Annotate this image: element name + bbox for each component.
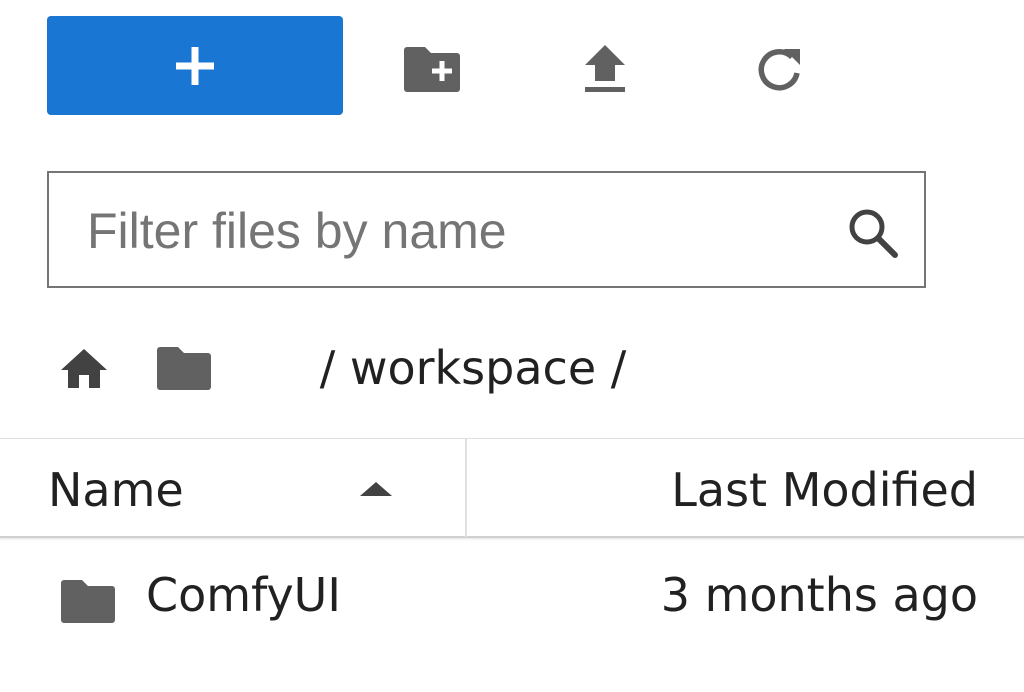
plus-icon (176, 47, 214, 85)
breadcrumb-home[interactable] (58, 342, 110, 394)
file-last-modified: 3 months ago (660, 568, 978, 622)
column-name-label: Name (48, 463, 184, 517)
breadcrumb-root-folder[interactable] (156, 345, 212, 391)
column-header-name[interactable]: Name (0, 439, 467, 537)
breadcrumb-workspace[interactable]: workspace (350, 341, 596, 395)
breadcrumb-path: / workspace / (232, 287, 627, 449)
file-browser: / workspace / Name Last Modified ComfyUI… (0, 0, 1024, 692)
column-last-modified-label: Last Modified (671, 463, 978, 517)
refresh-icon (758, 49, 800, 91)
breadcrumb: / workspace / (58, 333, 626, 403)
list-item[interactable]: ComfyUI 3 months ago (0, 548, 1024, 648)
filter-box (47, 171, 926, 288)
folder-icon (61, 580, 115, 623)
refresh-button[interactable] (743, 28, 815, 100)
upload-button[interactable] (569, 28, 641, 100)
file-list-header: Name Last Modified (0, 438, 1024, 538)
filter-input[interactable] (87, 193, 787, 269)
upload-icon (585, 45, 625, 92)
file-name: ComfyUI (146, 568, 341, 622)
folder-icon (157, 347, 211, 390)
home-icon (61, 349, 107, 388)
new-folder-icon (404, 47, 460, 92)
search-icon (849, 209, 898, 258)
breadcrumb-separator: / (596, 341, 627, 395)
breadcrumb-separator: / (319, 341, 350, 395)
sort-ascending-icon (360, 482, 392, 496)
new-folder-button[interactable] (397, 28, 469, 100)
new-launcher-button[interactable] (47, 16, 343, 115)
column-header-last-modified[interactable]: Last Modified (469, 439, 1024, 537)
